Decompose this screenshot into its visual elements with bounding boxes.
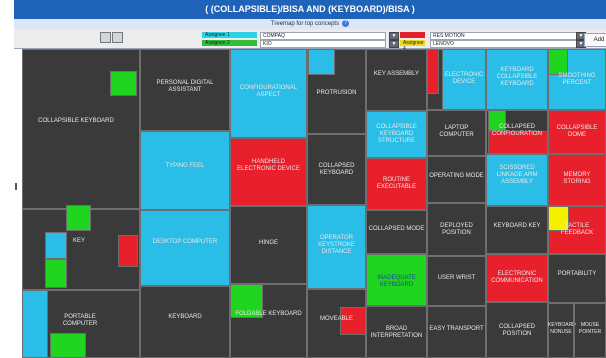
label-keyboard-collapsible-keyboard: KEYBOARD COLLAPSIBLE KEYBOARD: [496, 67, 538, 87]
label-operator-keystroke-distance: OPERATOR KEYSTROKE DISTANCE: [318, 235, 355, 255]
label-collapsed-keyboard: COLLAPSED KEYBOARD: [318, 163, 355, 176]
label-keyboard-key: KEYBOARD KEY: [493, 223, 541, 229]
treemap-cell-desktop-computer[interactable]: [140, 210, 230, 286]
assignee-block: [45, 259, 67, 288]
label-portable-computer: PORTABLE COMPUTER: [62, 314, 98, 327]
treemap-cell-portability[interactable]: [548, 254, 606, 303]
label-laptop-computer: LAPTOP COMPUTER: [439, 125, 474, 138]
resize-handle[interactable]: [15, 183, 17, 190]
label-easy-transport: EASY TRANSPORT: [429, 326, 484, 332]
treemap-cell-key-assembly[interactable]: [366, 49, 427, 111]
label-smoothing-percent: SMOOTHING PERCENT: [558, 73, 596, 86]
assignee-block: [66, 205, 91, 231]
assignee2-swatch: Assignee 2: [202, 40, 257, 46]
treemap-cell-keyboard[interactable]: [140, 286, 230, 358]
assignee-block: [110, 71, 137, 96]
label-typing-feel: TYPING FEEL: [165, 163, 205, 169]
label-inadequate-keyboard: INADEQUATE KEYBOARD: [377, 275, 416, 288]
image-icon[interactable]: [100, 32, 111, 43]
label-hinge: HINGE: [258, 240, 278, 246]
label-collapsed-mode: COLLAPSED MODE: [368, 226, 425, 232]
label-keyboard-nonuse: KEYBOARD NONUSE: [548, 322, 576, 335]
assignee-block: [118, 235, 138, 267]
assignee-controls: Assignee 1 COMPAQ ▼ Assignee 2 KIO ▼ RES…: [14, 29, 606, 52]
label-moveable: MOVEABLE: [319, 316, 353, 322]
assignee2-dropdown-icon[interactable]: ▼: [389, 40, 399, 48]
label-keyboard: KEYBOARD: [168, 314, 202, 320]
label-collapsible-keyboard-structure: COLLAPSIBLE KEYBOARD STRUCTURE: [376, 124, 417, 144]
label-tactile-feedback: TACTILE FEEDBACK: [560, 223, 594, 236]
assignee3-select[interactable]: RES MOTION: [430, 32, 577, 40]
treemap-cell-typing-feel[interactable]: [140, 131, 230, 210]
add-button[interactable]: Add: [584, 33, 606, 47]
treemap: COLLAPSIBLE KEYBOARD KEY PORTABLE COMPUT…: [22, 49, 606, 358]
assignee3-swatch: [400, 32, 425, 38]
label-protrusion: PROTRUSION: [316, 90, 357, 96]
assignee-block: [548, 49, 568, 75]
label-collapsible-dome: COLLAPSIBLE DOME: [556, 125, 598, 138]
assignee2-select[interactable]: KIO: [260, 40, 386, 48]
label-deployed-position: DEPLOYED POSITION: [440, 223, 473, 236]
label-desktop-computer: DESKTOP COMPUTER: [152, 239, 218, 245]
label-operating-mode: OPERATING MODE: [429, 173, 484, 179]
label-mouse-pointer: MOUSE POINTER: [578, 322, 602, 335]
assignee-block: [45, 232, 67, 259]
help-icon[interactable]: ?: [342, 19, 350, 27]
label-personal-digital-assistant: PERSONAL DIGITAL ASSISTANT: [156, 80, 214, 93]
assignee-block: [427, 49, 439, 94]
assignee1-swatch: Assignee 1: [202, 32, 257, 38]
label-foldable-keyboard: FOLDABLE KEYBOARD: [235, 311, 302, 317]
label-electronic-device: ELECTRONIC DEVICE: [444, 72, 484, 85]
label-collapsible-keyboard: COLLAPSIBLE KEYBOARD: [38, 118, 114, 124]
label-portability: PORTABILITY: [557, 271, 597, 277]
label-handheld-electronic-device: HANDHELD ELECTRONIC DEVICE: [237, 159, 300, 172]
label-routine-executable: ROUTINE EXECUTABLE: [376, 177, 417, 190]
window-title: ( (COLLAPSIBLE)/BISA AND (KEYBOARD)/BISA…: [14, 0, 606, 19]
subtitle-bar: Treemap for top concepts?: [14, 19, 606, 29]
label-memory-storing: MEMORY STORING: [563, 172, 591, 185]
assignee-block: [50, 333, 86, 358]
label-scissored-linkage-arm-assembly: SCISSORED LINKAGE ARM ASSEMBLY: [496, 165, 538, 185]
assignee1-select[interactable]: COMPAQ: [260, 32, 386, 40]
subtitle-text: Treemap for top concepts: [270, 21, 340, 27]
assignee4-swatch: Assignee 4: [400, 40, 425, 52]
label-key: KEY: [72, 238, 85, 244]
export-icon[interactable]: [112, 32, 123, 43]
assignee-block: [22, 290, 48, 358]
label-electronic-communication: ELECTRONIC COMMUNICATION: [491, 271, 543, 284]
label-broad-interpretation: BROAD INTERPRETATION: [370, 326, 423, 339]
assignee-block: [308, 49, 335, 75]
assignee1-dropdown-icon[interactable]: ▼: [389, 32, 399, 40]
treemap-cell-keyboard-key[interactable]: [486, 206, 548, 254]
label-collapsed-configuration: COLLAPSED CONFIGURATION: [492, 124, 542, 137]
label-key-assembly: KEY ASSEMBLY: [373, 71, 420, 77]
label-configurational-aspect: CONFIGURATIONAL ASPECT: [239, 85, 298, 98]
label-user-wrist: USER WRIST: [437, 275, 476, 281]
assignee4-select[interactable]: LENOVO: [430, 40, 577, 48]
label-collapsed-position: COLLAPSED POSITION: [498, 324, 535, 337]
